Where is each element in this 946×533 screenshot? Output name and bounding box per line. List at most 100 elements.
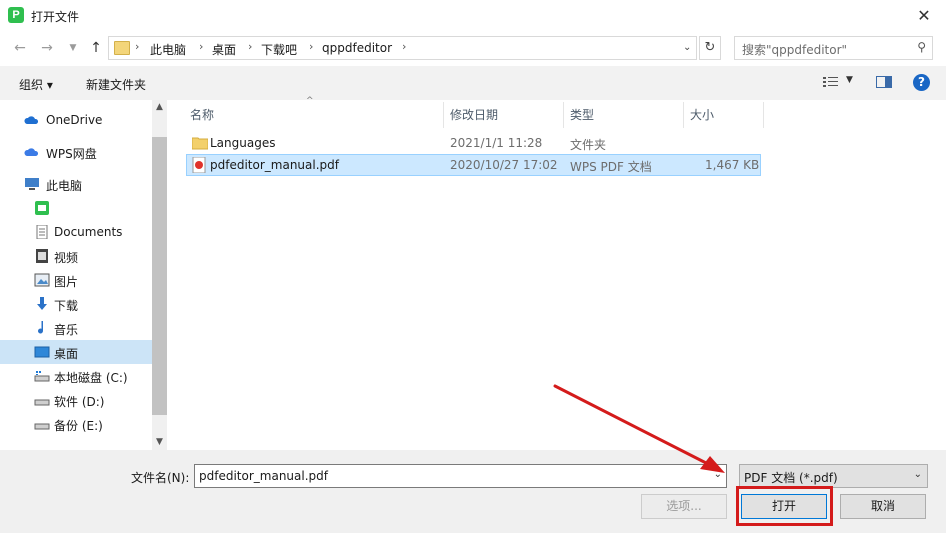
column-divider[interactable] xyxy=(683,102,684,128)
drive-icon xyxy=(34,399,50,406)
music-icon xyxy=(38,321,43,334)
sidebar-item-drive-c[interactable]: 本地磁盘 (C:) xyxy=(0,364,152,388)
search-icon: ⚲ xyxy=(917,40,926,54)
sidebar-item-drive-d[interactable]: 软件 (D:) xyxy=(0,388,152,412)
sidebar-item-documents[interactable]: Documents xyxy=(0,220,152,244)
chevron-down-icon: ▼ xyxy=(69,43,77,53)
chevron-right-icon: › xyxy=(199,40,204,53)
search-input[interactable]: 搜索"qppdfeditor" ⚲ xyxy=(734,36,933,60)
back-button[interactable]: ← xyxy=(9,37,31,59)
arrow-up-icon: ↑ xyxy=(90,40,102,56)
sidebar-item-this-pc[interactable]: 此电脑 xyxy=(0,172,152,196)
chevron-right-icon: › xyxy=(248,40,253,53)
new-folder-button[interactable]: 新建文件夹 xyxy=(86,76,146,93)
command-bar: 组织 ▾ 新建文件夹 ▼ ? xyxy=(0,66,946,100)
pdf-icon xyxy=(192,157,206,173)
sidebar-item-pictures[interactable]: 图片 xyxy=(0,268,152,292)
filter-value: PDF 文档 (*.pdf) xyxy=(744,471,838,485)
sidebar-item-desktop[interactable]: 桌面 xyxy=(0,340,152,364)
app-logo-icon: P xyxy=(8,7,24,23)
chevron-down-icon: ⌄ xyxy=(913,469,922,480)
sidebar-item-onedrive[interactable]: OneDrive xyxy=(0,108,152,132)
cloud-icon xyxy=(24,116,39,124)
file-type-filter[interactable]: PDF 文档 (*.pdf) ⌄ xyxy=(739,464,928,488)
filename-label: 文件名(N): xyxy=(131,471,190,485)
column-divider[interactable] xyxy=(763,102,764,128)
breadcrumb-this-pc[interactable]: 此电脑 xyxy=(150,41,186,58)
sidebar-item-label: WPS网盘 xyxy=(46,147,97,161)
computer-icon xyxy=(25,178,39,190)
file-row-languages[interactable]: Languages 2021/1/1 11:28 文件夹 xyxy=(186,133,761,154)
sidebar-item-label: 此电脑 xyxy=(46,179,83,193)
organize-menu[interactable]: 组织 ▾ xyxy=(19,76,53,93)
open-button-highlight xyxy=(736,486,833,526)
sidebar-scrollbar-thumb[interactable] xyxy=(152,137,167,415)
breadcrumb-qppdfeditor[interactable]: qppdfeditor xyxy=(322,41,392,55)
view-dropdown-icon[interactable]: ▼ xyxy=(846,75,853,85)
sidebar-item-label: OneDrive xyxy=(46,113,103,127)
sort-ascending-icon: ^ xyxy=(306,96,314,106)
wps-cloud-icon xyxy=(24,148,39,156)
scroll-down-icon[interactable]: ▼ xyxy=(152,435,167,450)
chevron-right-icon: › xyxy=(402,40,407,53)
column-divider[interactable] xyxy=(563,102,564,128)
sidebar-item-drive-e[interactable]: 备份 (E:) xyxy=(0,412,152,436)
address-bar[interactable]: › 此电脑 › 桌面 › 下载吧 › qppdfeditor › ⌄ xyxy=(108,36,697,60)
documents-icon xyxy=(36,225,48,239)
window-title: 打开文件 xyxy=(31,10,80,24)
folder-icon xyxy=(114,41,130,55)
breadcrumb-desktop[interactable]: 桌面 xyxy=(212,41,236,58)
chevron-right-icon: › xyxy=(135,40,140,53)
video-icon xyxy=(36,249,48,263)
view-options-icon[interactable] xyxy=(822,75,840,89)
arrow-right-icon: → xyxy=(41,40,53,56)
close-icon: ✕ xyxy=(917,6,931,25)
arrow-left-icon: ← xyxy=(14,40,26,56)
sidebar-item-downloads[interactable]: 下载 xyxy=(0,292,152,316)
scroll-up-icon[interactable]: ▲ xyxy=(152,100,167,115)
filename-value: pdfeditor_manual.pdf xyxy=(199,469,328,483)
sidebar-item-label: 音乐 xyxy=(54,323,79,337)
sidebar-item-label: 桌面 xyxy=(54,347,79,361)
sidebar-item-app-folder[interactable] xyxy=(0,196,152,220)
recent-locations-button[interactable]: ▼ xyxy=(62,37,84,59)
refresh-button[interactable]: ↻ xyxy=(699,36,721,60)
sidebar-item-videos[interactable]: 视频 xyxy=(0,244,152,268)
sidebar-item-wps-cloud[interactable]: WPS网盘 xyxy=(0,140,152,164)
title-bar xyxy=(0,0,946,32)
preview-pane-icon[interactable] xyxy=(876,76,892,88)
refresh-icon: ↻ xyxy=(704,40,716,55)
pictures-icon xyxy=(34,273,50,287)
chevron-down-icon[interactable]: ⌄ xyxy=(714,469,722,480)
column-divider[interactable] xyxy=(443,102,444,128)
filename-input[interactable]: pdfeditor_manual.pdf ⌄ xyxy=(194,464,727,488)
column-header-modified[interactable]: 修改日期 xyxy=(450,106,498,128)
sidebar-item-label: 视频 xyxy=(54,251,79,265)
forward-button[interactable]: → xyxy=(36,37,58,59)
close-button[interactable]: ✕ xyxy=(902,0,946,32)
file-type: 文件夹 xyxy=(570,138,607,152)
up-button[interactable]: ↑ xyxy=(85,37,107,59)
column-header-type[interactable]: 类型 xyxy=(570,106,594,128)
sidebar-item-label: 图片 xyxy=(54,275,79,289)
options-button[interactable]: 选项... xyxy=(641,494,727,519)
breadcrumb-xiazaiba[interactable]: 下载吧 xyxy=(261,41,297,58)
file-name: Languages xyxy=(210,136,276,150)
sidebar-item-label: 软件 (D:) xyxy=(54,395,105,409)
file-size: 1,467 KB xyxy=(705,158,760,172)
help-icon[interactable]: ? xyxy=(913,74,930,91)
column-header-name[interactable]: 名称 xyxy=(190,106,214,128)
sidebar-item-label: 下载 xyxy=(54,299,79,313)
drive-icon xyxy=(34,371,50,382)
file-name: pdfeditor_manual.pdf xyxy=(210,158,339,172)
download-icon xyxy=(37,297,47,310)
file-row-pdfeditor-manual[interactable]: pdfeditor_manual.pdf 2020/10/27 17:02 WP… xyxy=(186,154,761,176)
desktop-icon xyxy=(34,346,50,358)
file-modified: 2020/10/27 17:02 xyxy=(450,158,558,172)
address-dropdown-icon[interactable]: ⌄ xyxy=(683,42,691,53)
sidebar-item-music[interactable]: 音乐 xyxy=(0,316,152,340)
cancel-button[interactable]: 取消 xyxy=(840,494,926,519)
column-header-size[interactable]: 大小 xyxy=(690,106,714,128)
file-modified: 2021/1/1 11:28 xyxy=(450,136,543,150)
app-folder-icon xyxy=(35,201,49,215)
